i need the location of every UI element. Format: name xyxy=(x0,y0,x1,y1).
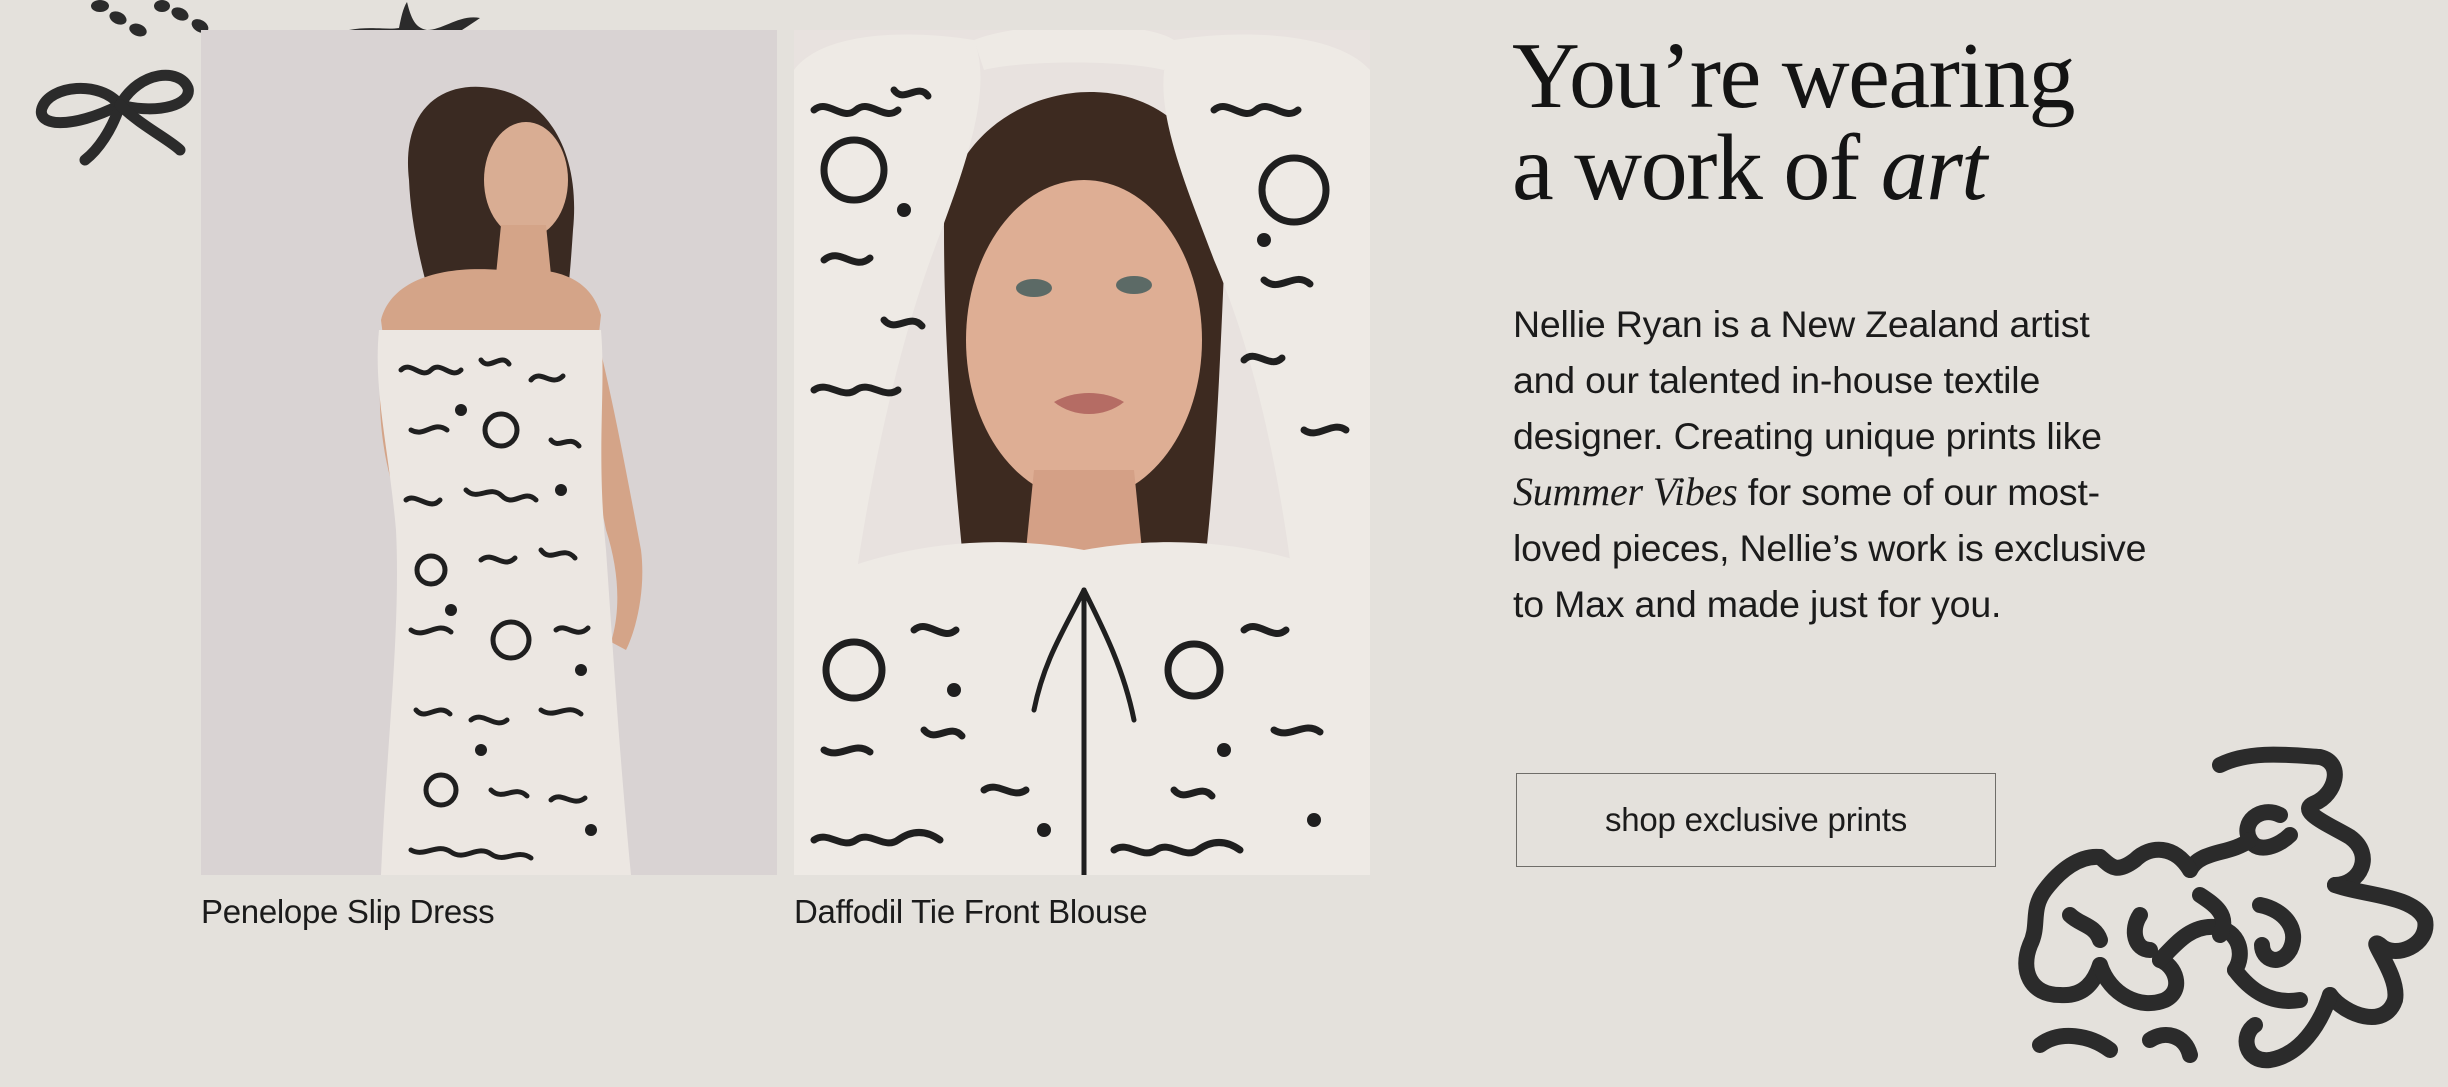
headline-italic-word: art xyxy=(1880,116,1988,220)
flower-squiggle-icon xyxy=(2018,746,2434,1069)
product-name-link[interactable]: Penelope Slip Dress xyxy=(201,893,495,931)
bow-icon xyxy=(35,69,194,166)
headline: You’re wearing a work of art xyxy=(1512,24,2076,215)
headline-line-2-text: a work of xyxy=(1512,116,1881,220)
product-card-penelope-slip-dress[interactable]: Penelope Slip Dress xyxy=(201,30,777,931)
product-card-daffodil-tie-front-blouse[interactable]: Daffodil Tie Front Blouse xyxy=(794,30,1370,931)
headline-line-1: You’re wearing xyxy=(1512,24,2076,128)
print-name: Summer Vibes xyxy=(1513,469,1738,514)
shop-exclusive-prints-button[interactable]: shop exclusive prints xyxy=(1516,773,1996,867)
designer-description: Nellie Ryan is a New Zealand artist and … xyxy=(1513,296,2153,632)
description-text-start: Nellie Ryan is a New Zealand artist and … xyxy=(1513,303,2102,457)
product-photo-daffodil-tie-front-blouse[interactable] xyxy=(794,30,1370,875)
headline-line-2: a work of art xyxy=(1512,121,2074,215)
product-photo-penelope-slip-dress[interactable] xyxy=(201,30,777,875)
product-name-link[interactable]: Daffodil Tie Front Blouse xyxy=(794,893,1148,931)
